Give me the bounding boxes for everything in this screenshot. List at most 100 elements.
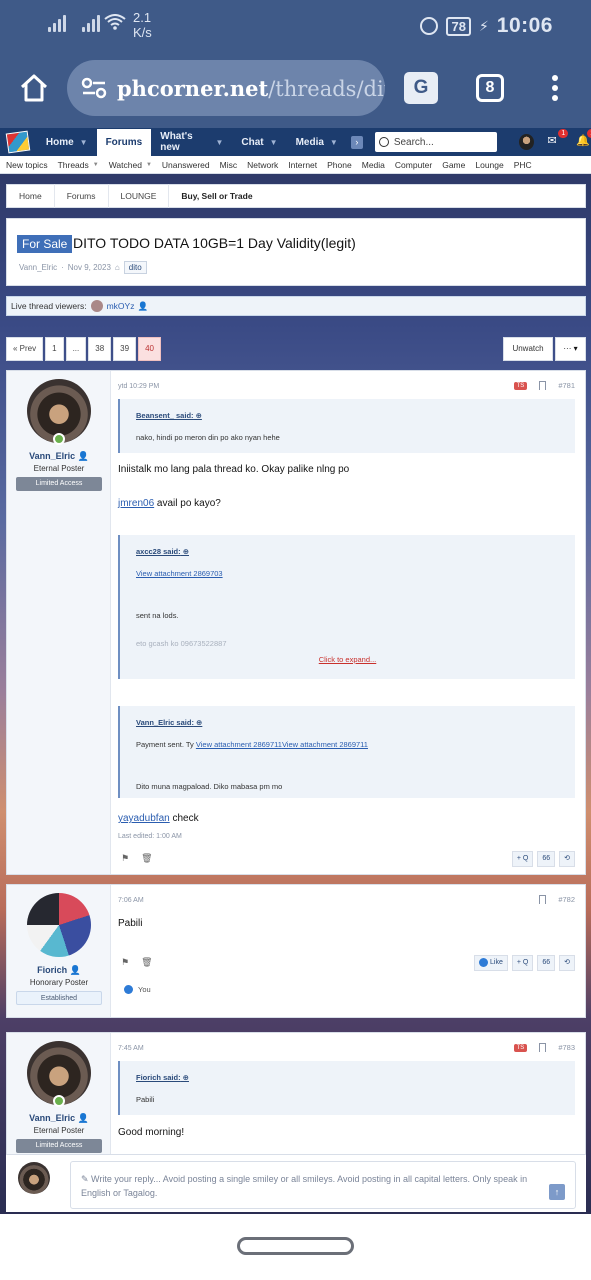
viewer-avatar[interactable] (90, 300, 103, 312)
post-footer-right: Like + Q 66 ⟲ (474, 955, 575, 971)
subnav-threads[interactable]: Threads (58, 160, 89, 170)
breadcrumb-home[interactable]: Home (7, 184, 55, 208)
subnav-media[interactable]: Media (362, 160, 385, 170)
tab-media[interactable]: Media ▼ (287, 128, 347, 156)
quote-author[interactable]: Vann_Elric said: ⊕ (136, 718, 202, 727)
quote-button[interactable]: + Q (511, 851, 534, 867)
post-time[interactable]: 7:45 AM (118, 1045, 144, 1052)
thread-prefix-badge[interactable]: For Sale (17, 235, 73, 253)
report-icon[interactable]: ⚑ (121, 853, 129, 864)
delete-icon[interactable]: 🗑 (141, 957, 152, 968)
page-1[interactable]: 1 (45, 337, 64, 361)
nav-more-button[interactable]: › (350, 135, 363, 149)
multi-quote-button[interactable]: 66 (537, 851, 556, 867)
expand-quote-link[interactable]: Click to expand... (120, 655, 575, 664)
report-icon[interactable]: ⚑ (121, 957, 129, 968)
search-input[interactable]: Search... (374, 132, 497, 152)
post-time[interactable]: ytd 10:29 PM (118, 383, 159, 390)
site-logo[interactable] (0, 128, 37, 156)
tab-home[interactable]: Home ▼ (37, 128, 97, 156)
quote-author[interactable]: axcc28 said: ⊕ (136, 547, 189, 556)
chevron-down-icon[interactable]: ▼ (80, 138, 88, 147)
chevron-down-icon[interactable]: ▼ (330, 138, 338, 147)
breadcrumb-lounge[interactable]: LOUNGE (109, 184, 170, 208)
inbox-icon[interactable]: ✉ 1 (548, 129, 569, 156)
post-number[interactable]: #781 (558, 381, 575, 390)
username[interactable]: Fiorich 👤 (7, 965, 111, 976)
page-40-current[interactable]: 40 (138, 337, 161, 361)
alerts-icon[interactable]: 🔔1 (576, 129, 591, 156)
tab-chat[interactable]: Chat ▼ (232, 128, 286, 156)
thread-date: Nov 9, 2023 (67, 263, 111, 272)
tab-forums[interactable]: Forums (96, 129, 152, 156)
subnav-new-topics[interactable]: New topics (6, 160, 48, 170)
quote-author[interactable]: Fiorich said: ⊕ (136, 1073, 189, 1082)
signal-icon (48, 14, 66, 32)
bookmark-icon[interactable] (539, 895, 547, 904)
subnav-misc[interactable]: Misc (220, 160, 237, 170)
site-settings-icon[interactable] (81, 77, 107, 99)
subnav-watched[interactable]: Watched (109, 160, 142, 170)
post-footer-left: ⚑ 🗑 (121, 853, 153, 864)
subnav-internet[interactable]: Internet (288, 160, 317, 170)
bookmark-icon[interactable] (539, 1043, 547, 1052)
page-ellipsis[interactable]: ... (65, 337, 87, 361)
attachment-link[interactable]: View attachment 2869703 (136, 569, 223, 578)
quote-text: Payment sent. Ty View attachment 2869711… (136, 740, 368, 749)
avatar[interactable] (27, 893, 91, 957)
unwatch-button[interactable]: Unwatch (503, 337, 553, 361)
subnav-phone[interactable]: Phone (327, 160, 352, 170)
address-bar[interactable]: phcorner.net/threads/dito-to (67, 60, 385, 116)
send-button[interactable]: ↑ (549, 1184, 565, 1200)
charging-icon: ⚡ (478, 17, 489, 34)
viewer-name[interactable]: mkOYz (107, 301, 135, 311)
thread-tag[interactable]: dito (123, 261, 147, 274)
avatar[interactable] (18, 1162, 50, 1194)
account-avatar[interactable] (518, 134, 534, 150)
post-time[interactable]: 7:06 AM (118, 897, 144, 904)
breadcrumb-forums[interactable]: Forums (55, 184, 109, 208)
inbox-badge: 1 (558, 129, 569, 138)
attachment-link[interactable]: View attachment 2869711 (282, 740, 368, 749)
chevron-down-icon[interactable]: ▼ (93, 162, 99, 168)
post-number[interactable]: #783 (558, 1043, 575, 1052)
reply-button[interactable]: ⟲ (559, 955, 575, 971)
thread-author[interactable]: Vann_Elric (19, 263, 57, 272)
post-message-mention: yayadubfan check (118, 813, 199, 824)
subnav-unanswered[interactable]: Unanswered (162, 160, 210, 170)
subnav-network[interactable]: Network (247, 160, 278, 170)
chevron-down-icon[interactable]: ▼ (146, 162, 152, 168)
like-button[interactable]: Like (474, 955, 508, 971)
attachment-link[interactable]: View attachment 2869711 (196, 740, 282, 749)
tab-whats-new[interactable]: What's new ▼ (151, 128, 232, 156)
subnav-computer[interactable]: Computer (395, 160, 432, 170)
thread-tools-button[interactable]: ··· ▾ (555, 337, 586, 361)
delete-icon[interactable]: 🗑 (141, 853, 152, 864)
prev-page-button[interactable]: « Prev (6, 337, 44, 361)
translate-button[interactable]: G (404, 72, 438, 104)
gesture-bar[interactable] (237, 1237, 354, 1255)
username[interactable]: Vann_Elric 👤 (7, 451, 111, 462)
reply-input[interactable]: ✎ Write your reply... Avoid posting a si… (70, 1161, 576, 1209)
page-39[interactable]: 39 (113, 337, 137, 361)
tab-switcher-button[interactable]: 8 (476, 74, 504, 102)
chevron-down-icon[interactable]: ▼ (270, 138, 278, 147)
home-icon[interactable] (18, 72, 50, 104)
subnav-phc[interactable]: PHC (514, 160, 532, 170)
subnav-game[interactable]: Game (442, 160, 465, 170)
browser-menu-button[interactable] (552, 75, 558, 101)
quote-button[interactable]: + Q (511, 955, 534, 971)
reply-button[interactable]: ⟲ (559, 851, 575, 867)
chevron-down-icon[interactable]: ▼ (215, 138, 223, 147)
bookmark-icon[interactable] (539, 381, 547, 390)
breadcrumb-buy-sell-trade[interactable]: Buy, Sell or Trade (169, 184, 264, 208)
page-38[interactable]: 38 (88, 337, 112, 361)
username[interactable]: Vann_Elric 👤 (7, 1113, 111, 1124)
post-number[interactable]: #782 (558, 895, 575, 904)
subnav-lounge[interactable]: Lounge (475, 160, 503, 170)
mention-link[interactable]: yayadubfan (118, 813, 170, 824)
quote-author[interactable]: Beansent_ said: ⊕ (136, 411, 202, 420)
reactions-bar[interactable]: You (124, 985, 151, 994)
mention-link[interactable]: jmren06 (118, 498, 154, 509)
multi-quote-button[interactable]: 66 (537, 955, 556, 971)
